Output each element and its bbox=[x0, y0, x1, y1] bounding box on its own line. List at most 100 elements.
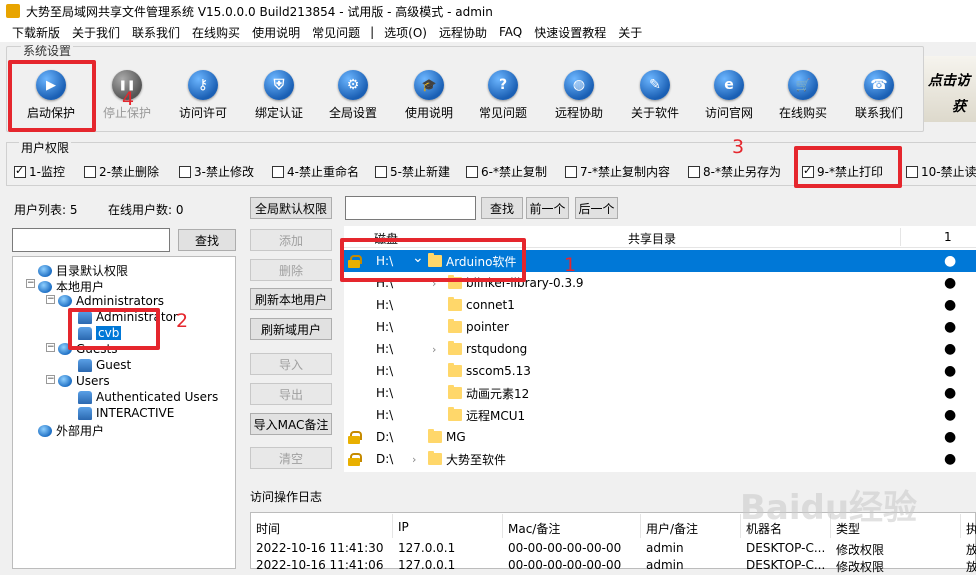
user-search-input[interactable] bbox=[12, 228, 170, 252]
dir-row[interactable]: H:\ sscom5.13 ● bbox=[344, 360, 976, 382]
dir-row[interactable]: H:\ › rstqudong ● bbox=[344, 338, 976, 360]
chevron-right-icon[interactable]: › bbox=[432, 343, 436, 356]
dir-row[interactable]: H:\ 远程MCU1 ● bbox=[344, 404, 976, 426]
tree-node[interactable]: Authenticated Users bbox=[78, 390, 218, 404]
prev-button[interactable]: 前一个 bbox=[526, 197, 569, 219]
collapse-icon[interactable]: − bbox=[46, 295, 55, 304]
user-search-button[interactable]: 查找 bbox=[178, 229, 236, 251]
menu-item[interactable]: 在线购买 bbox=[186, 24, 246, 41]
checkbox-icon[interactable] bbox=[84, 165, 96, 178]
permission-checkbox[interactable]: 6-*禁止复制 bbox=[466, 163, 547, 180]
dir-row[interactable]: H:\ connet1 ● bbox=[344, 294, 976, 316]
toolbar-button[interactable]: 🛒 在线购买 bbox=[768, 70, 838, 121]
menu-item[interactable]: 关于 bbox=[612, 24, 648, 41]
checkbox-icon[interactable] bbox=[272, 165, 284, 178]
toolbar-button[interactable]: 🎓 使用说明 bbox=[394, 70, 464, 121]
dir-row[interactable]: D:\ › 大势至软件 ● bbox=[344, 448, 976, 470]
toolbar-button[interactable]: ⚷ 访问许可 bbox=[168, 70, 238, 121]
side-button[interactable]: 添加 bbox=[250, 229, 332, 251]
tree-node[interactable]: − Users bbox=[46, 374, 110, 388]
side-button[interactable]: 删除 bbox=[250, 259, 332, 281]
dir-find-button[interactable]: 查找 bbox=[481, 197, 523, 219]
dir-row[interactable]: H:\ pointer ● bbox=[344, 316, 976, 338]
permission-checkbox[interactable]: 4-禁止重命名 bbox=[272, 163, 359, 180]
log-cell: 2022-10-16 11:41:30 bbox=[256, 541, 384, 555]
annotation-number: 4 bbox=[122, 88, 135, 110]
dir-row[interactable]: D:\ MG ● bbox=[344, 426, 976, 448]
checkbox-icon[interactable] bbox=[906, 165, 918, 178]
tree-node[interactable]: − Administrators bbox=[46, 294, 164, 308]
checkbox-icon[interactable] bbox=[466, 165, 478, 178]
log-column-header[interactable]: 执 bbox=[966, 520, 976, 537]
column-header-perm-1[interactable]: 1 bbox=[944, 230, 952, 244]
toolbar-button[interactable]: ⛨ 绑定认证 bbox=[244, 70, 314, 121]
permission-checkbox[interactable]: 1-监控 bbox=[14, 163, 65, 180]
menu-item[interactable]: 选项(O) bbox=[378, 24, 433, 41]
menu-item[interactable]: 下载新版 bbox=[6, 24, 66, 41]
permission-dot: ● bbox=[944, 275, 957, 291]
log-column-header[interactable]: Mac/备注 bbox=[508, 520, 560, 537]
collapse-icon[interactable]: − bbox=[46, 343, 55, 352]
menu-item[interactable]: FAQ bbox=[493, 25, 528, 39]
next-button[interactable]: 后一个 bbox=[575, 197, 618, 219]
ie-icon: e bbox=[714, 70, 744, 100]
side-button[interactable]: 导出 bbox=[250, 383, 332, 405]
menu-item[interactable]: 使用说明 bbox=[246, 24, 306, 41]
collapse-icon[interactable]: − bbox=[46, 375, 55, 384]
tree-node[interactable]: − 本地用户 bbox=[26, 278, 104, 295]
permission-checkbox[interactable]: 2-禁止删除 bbox=[84, 163, 159, 180]
permission-checkbox[interactable]: 3-禁止修改 bbox=[179, 163, 254, 180]
toolbar-button[interactable]: ◍ 远程协助 bbox=[544, 70, 614, 121]
toolbar-button[interactable]: ? 常见问题 bbox=[468, 70, 538, 121]
toolbar-button[interactable]: ☎ 联系我们 bbox=[844, 70, 914, 121]
shield-icon: ⛨ bbox=[264, 70, 294, 100]
side-button[interactable]: 导入 bbox=[250, 353, 332, 375]
menu-item[interactable]: 关于我们 bbox=[66, 24, 126, 41]
permission-label: 8-*禁止另存为 bbox=[703, 165, 781, 179]
permission-checkbox[interactable]: 5-禁止新建 bbox=[375, 163, 450, 180]
column-divider bbox=[392, 514, 393, 538]
checkbox-icon[interactable] bbox=[179, 165, 191, 178]
column-header-share-dir[interactable]: 共享目录 bbox=[628, 230, 676, 247]
toolbar-button[interactable]: e 访问官网 bbox=[694, 70, 764, 121]
globe-icon bbox=[38, 280, 52, 293]
menu-item[interactable]: 联系我们 bbox=[126, 24, 186, 41]
checkbox-icon[interactable] bbox=[14, 164, 26, 178]
menu-item[interactable]: 远程协助 bbox=[433, 24, 493, 41]
collapse-icon[interactable]: − bbox=[26, 279, 35, 288]
permission-checkbox[interactable]: 8-*禁止另存为 bbox=[688, 163, 781, 180]
folder-name: MG bbox=[446, 430, 466, 444]
log-cell: 2022-10-16 11:41:06 bbox=[256, 558, 384, 572]
tree-node[interactable]: 目录默认权限 bbox=[38, 262, 128, 279]
log-column-header[interactable]: 用户/备注 bbox=[646, 520, 698, 537]
checkbox-icon[interactable] bbox=[375, 165, 387, 178]
tree-node[interactable]: INTERACTIVE bbox=[78, 406, 174, 420]
log-column-header[interactable]: IP bbox=[398, 520, 409, 534]
folder-name: connet1 bbox=[466, 298, 515, 312]
toolbar-button[interactable]: ⚙ 全局设置 bbox=[318, 70, 388, 121]
tree-node[interactable]: 外部用户 bbox=[38, 422, 104, 439]
toolbar-button[interactable]: ✎ 关于软件 bbox=[620, 70, 690, 121]
brand-logo[interactable]: 点击访 获 bbox=[924, 56, 976, 122]
chevron-right-icon[interactable]: › bbox=[412, 453, 416, 466]
dir-search-input[interactable] bbox=[345, 196, 476, 220]
toolbar-button-label: 关于软件 bbox=[630, 106, 679, 120]
annotation-number: 1 bbox=[564, 254, 577, 276]
side-button[interactable]: 导入MAC备注 bbox=[250, 413, 332, 435]
tree-node[interactable]: Guest bbox=[78, 358, 131, 372]
checkbox-icon[interactable] bbox=[688, 165, 700, 178]
toolbar-button-label: 使用说明 bbox=[404, 106, 453, 120]
checkbox-icon[interactable] bbox=[565, 165, 577, 178]
menu-item[interactable]: 快速设置教程 bbox=[528, 24, 612, 41]
drive-label: D:\ bbox=[376, 430, 394, 444]
dir-row[interactable]: H:\ 动画元素12 ● bbox=[344, 382, 976, 404]
permission-checkbox[interactable]: 7-*禁止复制内容 bbox=[565, 163, 670, 180]
log-title: 访问操作日志 bbox=[250, 490, 323, 504]
side-button[interactable]: 刷新本地用户 bbox=[250, 288, 332, 310]
permission-checkbox[interactable]: 10-禁止读 bbox=[906, 163, 976, 180]
side-button[interactable]: 刷新域用户 bbox=[250, 318, 332, 340]
side-button[interactable]: 清空 bbox=[250, 447, 332, 469]
side-button[interactable]: 全局默认权限 bbox=[250, 197, 332, 219]
log-column-header[interactable]: 时间 bbox=[256, 520, 280, 537]
menu-item[interactable]: 常见问题 bbox=[306, 24, 366, 41]
